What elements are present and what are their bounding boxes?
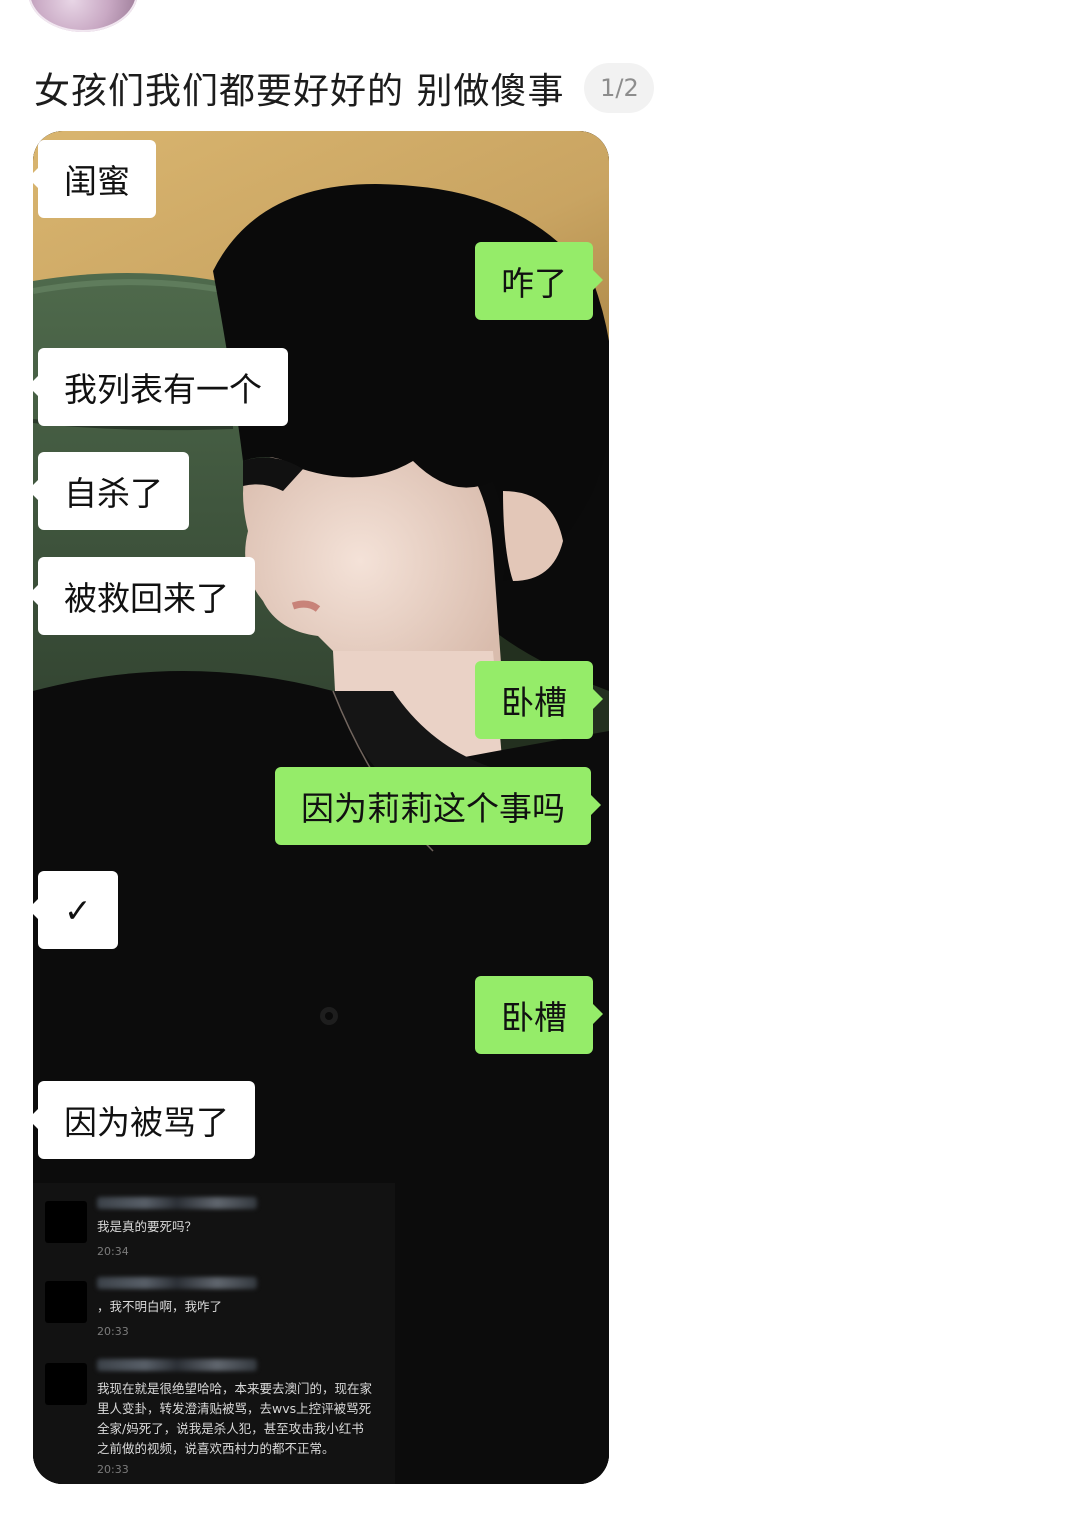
blurred-username [97, 1197, 257, 1209]
blurred-username [97, 1359, 257, 1371]
chat-bubble-left: 被救回来了 [33, 557, 255, 635]
comment-item: ，我不明白啊，我咋了 20:33 [45, 1273, 389, 1343]
comment-avatar [45, 1281, 87, 1323]
comment-avatar [45, 1201, 87, 1243]
comment-time: 20:33 [97, 1463, 129, 1476]
chat-bubble-left: 因为被骂了 [33, 1081, 255, 1159]
page-indicator: 1/2 [584, 63, 655, 113]
chat-bubble-left: ✓ [33, 871, 118, 949]
chat-bubble-left: 闺蜜 [33, 140, 156, 218]
comment-time: 20:34 [97, 1245, 129, 1258]
chat-bubble-right: 因为莉莉这个事吗 [275, 767, 601, 845]
chat-bubble-left: 自杀了 [33, 452, 189, 530]
author-avatar[interactable] [28, 0, 138, 32]
post-title: 女孩们我们都要好好的 别做傻事 [34, 71, 565, 112]
comment-time: 20:33 [97, 1325, 129, 1338]
chat-bubble-right: 卧槽 [475, 661, 603, 739]
comment-text: 我是真的要死吗？ [97, 1219, 198, 1234]
blurred-username [97, 1277, 257, 1289]
post-image[interactable]: 闺蜜 咋了 我列表有一个 自杀了 被救回来了 卧槽 因为莉莉这个事吗 ✓ 卧槽 … [33, 131, 609, 1484]
comment-avatar [45, 1363, 87, 1405]
chat-bubble-left: 我列表有一个 [33, 348, 288, 426]
chat-bubble-right: 卧槽 [475, 976, 603, 1054]
comment-text: 我现在就是很绝望哈哈，本来要去澳门的，现在家 里人变卦，转发澄清贴被骂，去wvs… [97, 1381, 373, 1456]
comment-screenshot: 我是真的要死吗？ 20:34 ，我不明白啊，我咋了 20:33 我现在就是很绝望… [33, 1183, 395, 1484]
chat-bubble-right: 咋了 [475, 242, 603, 320]
comment-item: 我现在就是很绝望哈哈，本来要去澳门的，现在家 里人变卦，转发澄清贴被骂，去wvs… [45, 1355, 389, 1480]
post-header: 女孩们我们都要好好的 别做傻事 1/2 [34, 58, 655, 118]
comment-text: ，我不明白啊，我咋了 [97, 1299, 223, 1314]
comment-item: 我是真的要死吗？ 20:34 [45, 1193, 389, 1263]
